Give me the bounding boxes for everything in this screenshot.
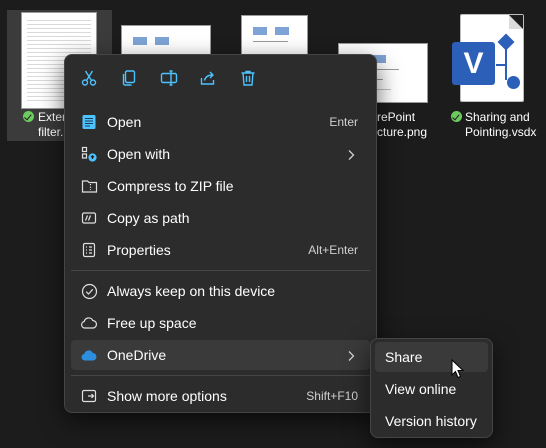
onedrive-submenu: Share View online Version history <box>370 338 493 438</box>
shortcut-label: Shift+F10 <box>306 389 358 403</box>
submenu-item-share[interactable]: Share <box>375 342 488 372</box>
menu-item-label: Open <box>107 114 142 130</box>
menu-item-free-up-space[interactable]: Free up space <box>71 308 370 338</box>
context-menu: Open Enter Open with Compress to ZIP fil… <box>64 54 377 413</box>
cut-button[interactable] <box>76 65 102 91</box>
menu-item-label: Copy as path <box>107 210 190 226</box>
open-icon <box>80 113 98 131</box>
menu-item-show-more-options[interactable]: Show more options Shift+F10 <box>71 381 370 411</box>
file-label[interactable]: Pointing.vsdx <box>465 125 536 140</box>
file-thumbnail-diagram[interactable] <box>121 25 211 55</box>
submenu-item-view-online[interactable]: View online <box>375 374 488 404</box>
file-label[interactable]: cture.png <box>377 125 427 140</box>
file-thumbnail-flowchart[interactable] <box>241 15 308 55</box>
menu-item-label: Compress to ZIP file <box>107 178 234 194</box>
menu-item-open-with[interactable]: Open with <box>71 139 370 169</box>
menu-item-label: Open with <box>107 146 171 162</box>
submenu-item-label: View online <box>385 381 457 397</box>
rename-icon <box>160 70 178 86</box>
cloud-icon <box>80 314 98 332</box>
sync-status-icon <box>23 111 34 122</box>
menu-item-compress-zip[interactable]: Compress to ZIP file <box>71 171 370 201</box>
visio-letter: V <box>452 42 495 85</box>
menu-separator <box>71 375 370 376</box>
properties-icon <box>80 241 98 259</box>
submenu-item-label: Share <box>385 349 423 365</box>
menu-item-label: OneDrive <box>107 347 167 363</box>
file-label[interactable]: Exter <box>38 110 66 125</box>
onedrive-icon <box>80 346 98 364</box>
rename-button[interactable] <box>156 65 182 91</box>
file-label[interactable]: filter. <box>38 125 63 140</box>
cut-icon <box>81 70 97 86</box>
file-label[interactable]: rePoint <box>377 110 415 125</box>
menu-toolbar <box>65 55 376 103</box>
menu-item-copy-as-path[interactable]: Copy as path <box>71 203 370 233</box>
copy-icon <box>122 70 136 86</box>
file-label[interactable]: Sharing and <box>465 110 530 125</box>
zip-folder-icon <box>80 177 98 195</box>
mouse-cursor-icon <box>451 359 465 379</box>
chevron-right-icon <box>346 349 356 367</box>
menu-item-always-keep[interactable]: Always keep on this device <box>71 276 370 306</box>
chevron-right-icon <box>346 148 356 166</box>
menu-separator <box>71 270 370 271</box>
open-with-icon <box>80 145 98 163</box>
share-icon <box>200 71 215 85</box>
visio-file-icon[interactable]: V <box>452 14 524 104</box>
share-button[interactable] <box>195 65 221 91</box>
menu-item-label: Show more options <box>107 388 227 404</box>
menu-item-label: Properties <box>107 242 171 258</box>
menu-item-open[interactable]: Open Enter <box>71 107 370 137</box>
copy-path-icon <box>80 209 98 227</box>
menu-item-label: Always keep on this device <box>107 283 276 299</box>
submenu-item-version-history[interactable]: Version history <box>375 406 488 436</box>
copy-button[interactable] <box>116 65 142 91</box>
sync-status-icon <box>451 111 462 122</box>
menu-item-label: Free up space <box>107 315 197 331</box>
submenu-item-label: Version history <box>385 413 477 429</box>
more-options-icon <box>80 387 98 405</box>
menu-item-onedrive[interactable]: OneDrive <box>71 340 370 370</box>
cloud-check-icon <box>80 282 98 300</box>
shortcut-label: Enter <box>329 115 358 129</box>
delete-button[interactable] <box>235 65 261 91</box>
menu-item-properties[interactable]: Properties Alt+Enter <box>71 235 370 265</box>
shortcut-label: Alt+Enter <box>308 243 358 257</box>
delete-icon <box>241 70 255 86</box>
